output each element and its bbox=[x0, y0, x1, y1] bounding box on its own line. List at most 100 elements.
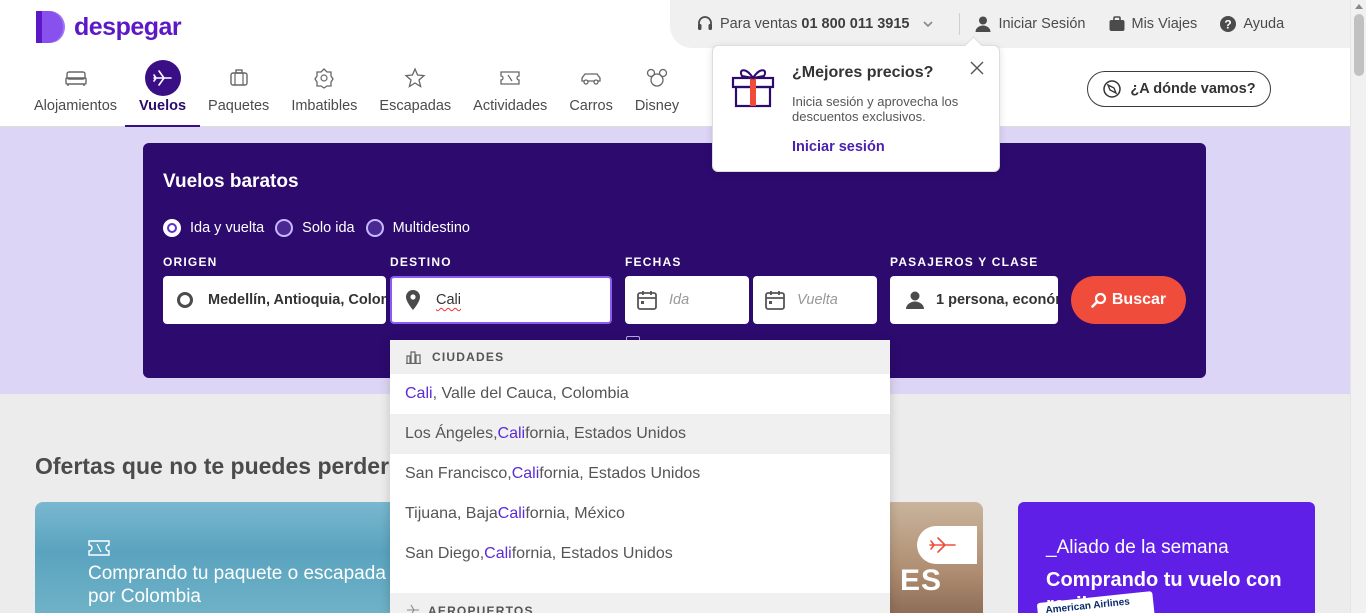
offer-card-image[interactable]: ES bbox=[880, 502, 983, 613]
sales-phone[interactable]: Para ventas 01 800 011 3915 bbox=[696, 15, 941, 33]
nav-item-actividades[interactable]: Actividades bbox=[467, 60, 553, 127]
suggestion-suffix: fornia, Estados Unidos bbox=[511, 545, 673, 562]
dates-label: FECHAS bbox=[625, 255, 682, 269]
buildings-icon bbox=[406, 351, 421, 364]
origin-value: Medellín, Antioquia, Colombia bbox=[208, 292, 386, 308]
nav-item-vuelos[interactable]: Vuelos bbox=[125, 60, 201, 127]
suggestion-suffix: fornia, México bbox=[525, 505, 625, 522]
nav-item-disney[interactable]: Disney bbox=[629, 60, 685, 127]
suggestion-item[interactable]: Cali, Valle del Cauca, Colombia bbox=[390, 374, 890, 414]
plane-outline-icon bbox=[407, 604, 419, 613]
close-icon[interactable] bbox=[969, 60, 985, 76]
scroll-up-arrow-icon[interactable] bbox=[1355, 4, 1363, 9]
return-date-input[interactable]: Vuelta bbox=[753, 276, 877, 324]
nav-item-carros[interactable]: Carros bbox=[563, 60, 619, 127]
help-label: Ayuda bbox=[1243, 16, 1285, 32]
trip-type-multi[interactable]: Multidestino bbox=[365, 219, 470, 237]
calendar-icon bbox=[637, 291, 657, 310]
suggestion-match: Cali bbox=[511, 465, 540, 482]
divider bbox=[959, 13, 961, 35]
suggestion-item[interactable]: Tijuana, Baja Cali fornia, México bbox=[390, 494, 890, 534]
top-utility-bar: Para ventas 01 800 011 3915 Iniciar Sesi… bbox=[670, 0, 1350, 48]
origin-label: ORIGEN bbox=[163, 255, 218, 269]
my-trips-link[interactable]: Mis Viajes bbox=[1108, 15, 1198, 33]
popover-title: ¿Mejores precios? bbox=[792, 64, 934, 81]
suggestion-match: Cali bbox=[484, 545, 512, 562]
nav-item-alojamientos[interactable]: Alojamientos bbox=[28, 60, 123, 127]
help-link[interactable]: ? Ayuda bbox=[1219, 15, 1284, 33]
suggestion-item[interactable]: San Diego, Cali fornia, Estados Unidos bbox=[390, 534, 890, 574]
nav-label: Vuelos bbox=[139, 98, 187, 114]
star-icon bbox=[404, 67, 426, 88]
trip-type-round-trip[interactable]: Ida y vuelta bbox=[163, 219, 264, 237]
headset-icon bbox=[698, 16, 712, 30]
search-title: Vuelos baratos bbox=[163, 171, 299, 192]
nav-item-escapadas[interactable]: Escapadas bbox=[373, 60, 457, 127]
nav-label: Alojamientos bbox=[34, 98, 118, 114]
gift-icon bbox=[731, 69, 775, 108]
mickey-icon bbox=[646, 68, 668, 87]
trip-type-label: Solo ida bbox=[302, 220, 355, 236]
nav-label: Paquetes bbox=[208, 98, 270, 114]
suggestion-item[interactable]: San Francisco, Cali fornia, Estados Unido… bbox=[390, 454, 890, 494]
calendar-icon bbox=[765, 291, 785, 310]
nav-item-imbatibles[interactable]: Imbatibles bbox=[285, 60, 363, 127]
where-to-go-label: ¿A dónde vamos? bbox=[1130, 81, 1256, 97]
passengers-input[interactable]: 1 persona, económica bbox=[890, 276, 1058, 324]
return-date-placeholder: Vuelta bbox=[797, 292, 838, 308]
ally-subtitle: _Aliado de la semana bbox=[1046, 537, 1229, 558]
user-icon bbox=[975, 16, 991, 32]
suggestion-suffix: , Valle del Cauca, Colombia bbox=[432, 385, 629, 402]
ticket-icon bbox=[88, 540, 110, 556]
search-icon bbox=[1091, 292, 1106, 308]
user-icon bbox=[906, 291, 924, 309]
nav-label: Escapadas bbox=[379, 98, 452, 114]
chevron-down-icon bbox=[923, 21, 934, 28]
login-link[interactable]: Iniciar Sesión bbox=[974, 15, 1086, 33]
help-icon: ? bbox=[1220, 16, 1237, 32]
origin-input[interactable]: Medellín, Antioquia, Colombia bbox=[163, 276, 386, 324]
nav-item-paquetes[interactable]: Paquetes bbox=[202, 60, 275, 127]
suggestion-prefix: Tijuana, Baja bbox=[405, 505, 498, 522]
page-scrollbar[interactable] bbox=[1350, 0, 1366, 613]
car-icon bbox=[581, 73, 601, 85]
airports-header-label: AEROPUERTOS bbox=[428, 604, 534, 613]
offers-title: Ofertas que no te puedes perder bbox=[35, 453, 390, 479]
flight-pill bbox=[917, 526, 977, 564]
cities-header-label: CIUDADES bbox=[432, 350, 505, 364]
nav-label: Carros bbox=[569, 98, 613, 114]
nav-label: Imbatibles bbox=[291, 98, 358, 114]
trip-type-selector: Ida y vuelta Solo ida Multidestino bbox=[163, 219, 481, 237]
nav-label: Actividades bbox=[473, 98, 548, 114]
suggestion-suffix: fornia, Estados Unidos bbox=[525, 425, 687, 442]
offer-card-airline-ally[interactable]: _Aliado de la semana Comprando tu vuelo … bbox=[1018, 502, 1315, 613]
popover-login-link[interactable]: Iniciar sesión bbox=[792, 139, 885, 155]
suggestion-item[interactable]: Los Ángeles, Cali fornia, Estados Unidos bbox=[390, 414, 890, 454]
sales-phone-number: 01 800 011 3915 bbox=[801, 16, 910, 32]
offer-card-text: Comprando tu paquete o escapada por Colo… bbox=[88, 563, 386, 607]
location-pin-icon bbox=[406, 290, 420, 310]
svg-text:?: ? bbox=[1225, 18, 1232, 32]
site-header: despegar Para ventas 01 800 011 3915 Ini… bbox=[0, 0, 1350, 127]
destination-input[interactable]: Cali bbox=[390, 276, 612, 324]
despegar-logo[interactable]: despegar bbox=[34, 10, 182, 44]
trip-type-label: Multidestino bbox=[392, 220, 470, 236]
my-trips-label: Mis Viajes bbox=[1131, 16, 1198, 32]
passengers-label: PASAJEROS Y CLASE bbox=[890, 255, 1039, 269]
suggestion-suffix: fornia, Estados Unidos bbox=[539, 465, 701, 482]
search-button[interactable]: Buscar bbox=[1071, 276, 1186, 324]
offer-card-packages[interactable]: Comprando tu paquete o escapada por Colo… bbox=[35, 502, 405, 613]
departure-date-input[interactable]: Ida bbox=[625, 276, 749, 324]
popover-text: Inicia sesión y aprovecha los descuentos… bbox=[792, 94, 959, 124]
airports-section-header: AEROPUERTOS bbox=[390, 593, 890, 613]
scroll-thumb[interactable] bbox=[1354, 14, 1364, 76]
compass-icon bbox=[1103, 80, 1122, 98]
nav-label: Disney bbox=[634, 98, 680, 114]
where-to-go-button[interactable]: ¿A dónde vamos? bbox=[1087, 71, 1271, 107]
destination-value: Cali bbox=[436, 292, 461, 308]
destination-autocomplete: CIUDADES Cali, Valle del Cauca, Colombia… bbox=[390, 340, 890, 613]
plane-icon bbox=[152, 70, 172, 86]
trip-type-one-way[interactable]: Solo ida bbox=[275, 219, 355, 237]
sales-prefix: Para ventas bbox=[720, 16, 798, 32]
ticket-icon bbox=[500, 71, 520, 85]
